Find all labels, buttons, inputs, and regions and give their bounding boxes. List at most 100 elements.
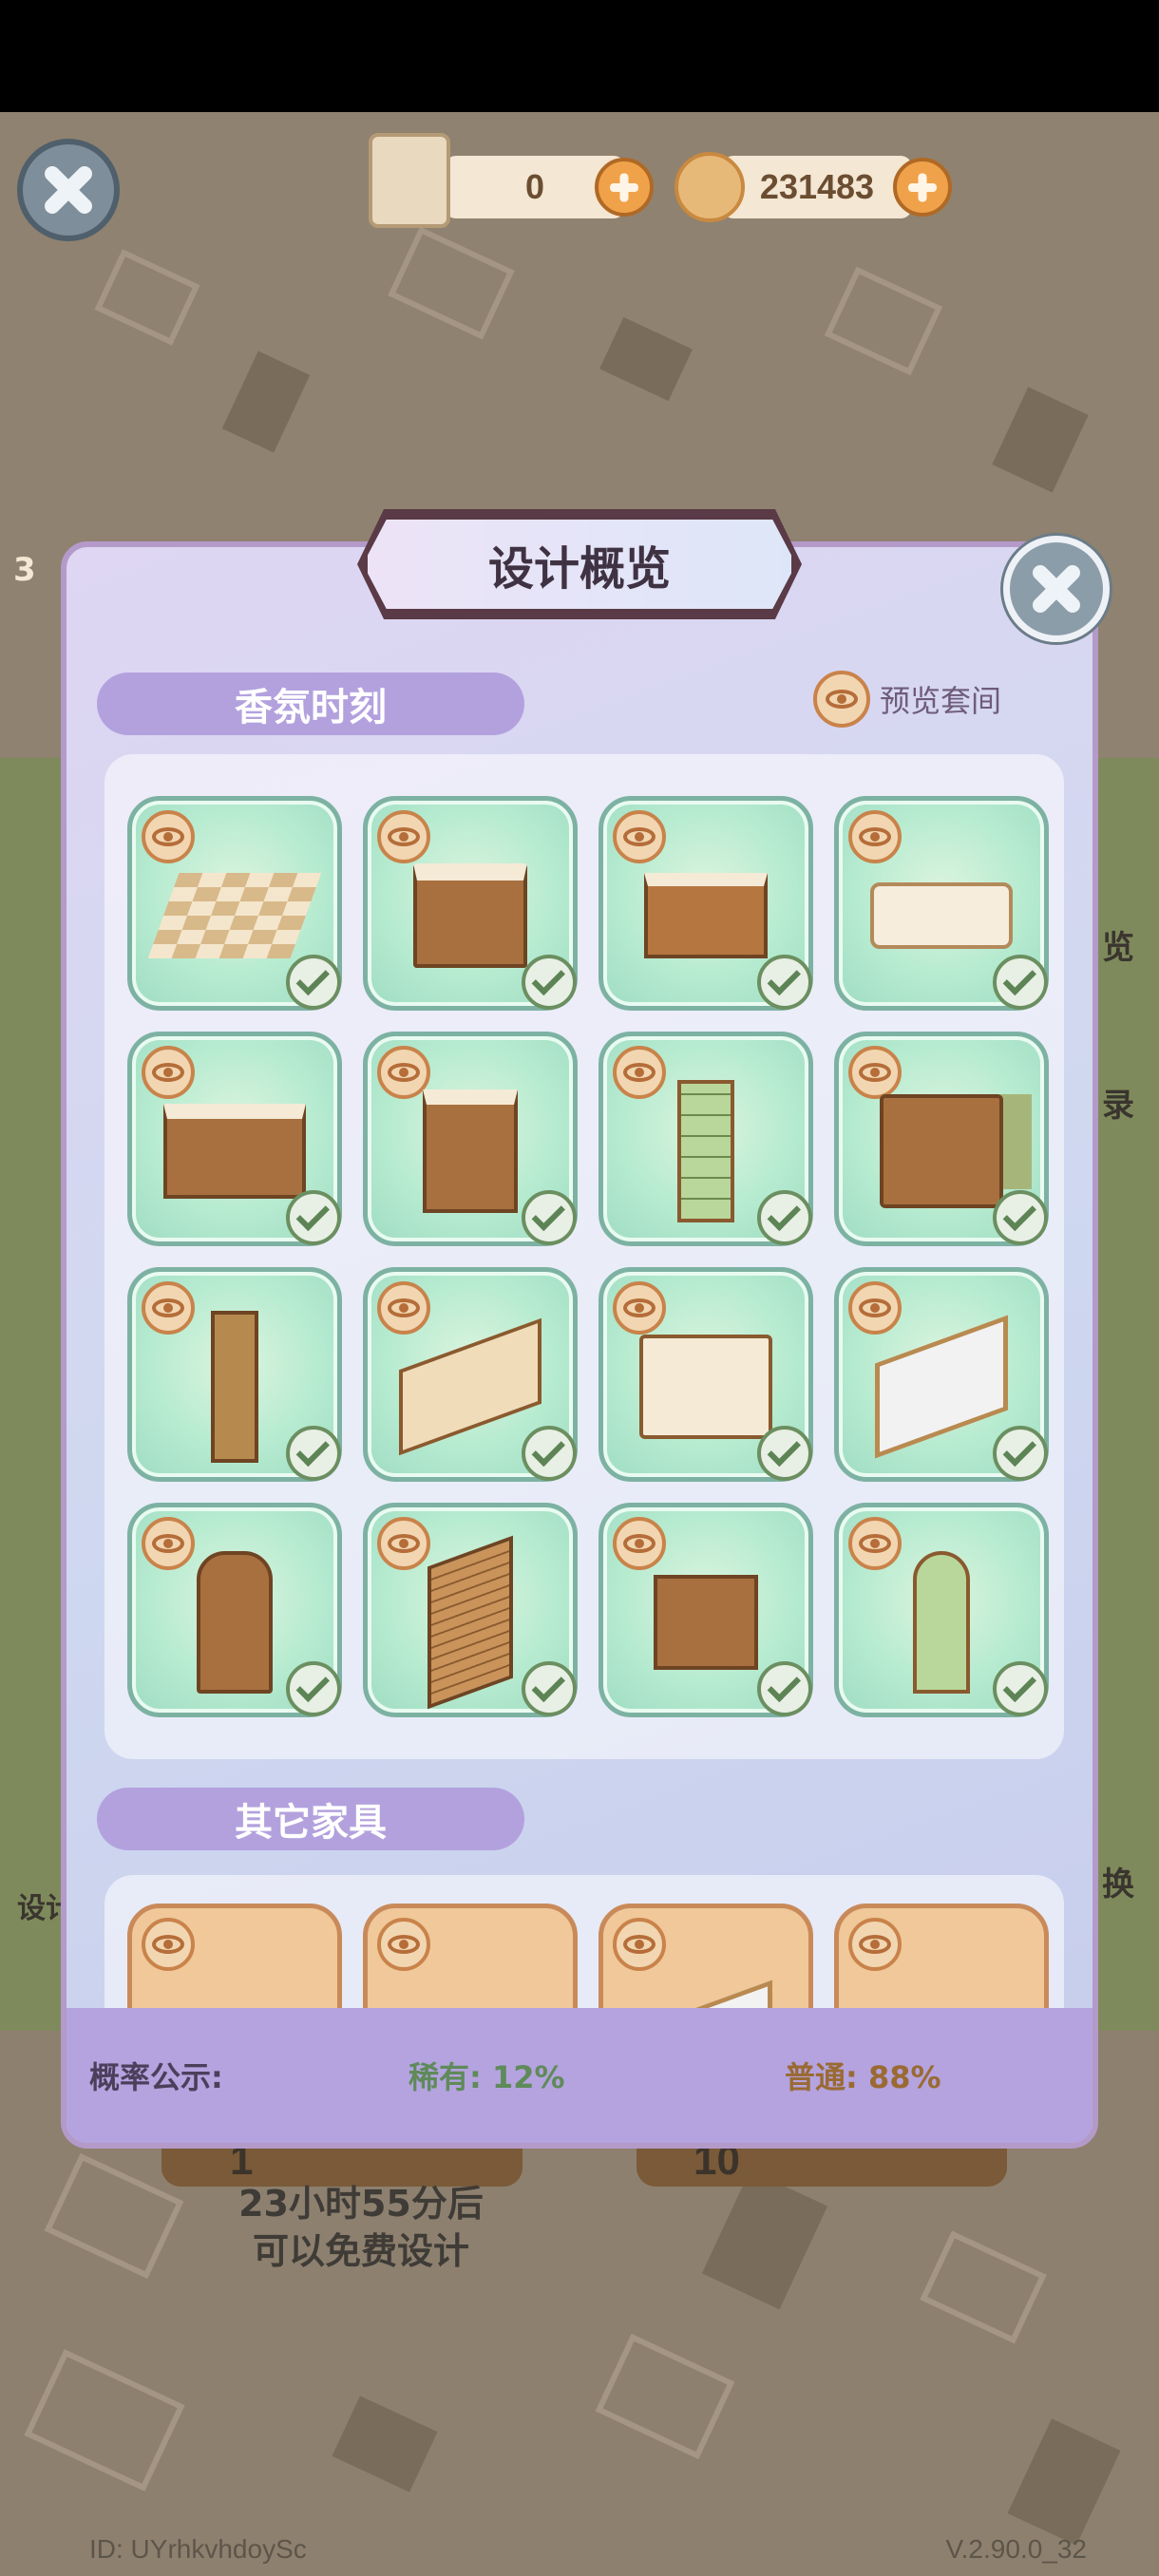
- furniture-item[interactable]: [127, 1032, 342, 1246]
- furniture-item[interactable]: [598, 1267, 813, 1482]
- furniture-item[interactable]: [363, 1503, 578, 1717]
- eye-icon[interactable]: [377, 1517, 430, 1570]
- dialog-title: 设计概览: [363, 515, 796, 614]
- eye-icon[interactable]: [613, 1046, 666, 1099]
- furniture-item[interactable]: [127, 796, 342, 1011]
- user-id: ID: UYrhkvhdoySc: [89, 2534, 307, 2564]
- tall-cabinet-icon: [211, 1310, 258, 1463]
- owned-check-icon: [286, 1661, 341, 1716]
- owned-check-icon: [522, 955, 577, 1010]
- free-design-timer: 23小时55分后: [238, 2183, 484, 2225]
- probability-bar: 概率公示: 稀有: 12% 普通: 88%: [66, 2008, 1092, 2143]
- owned-check-icon: [993, 1190, 1048, 1245]
- eye-icon: [813, 671, 870, 728]
- eye-icon[interactable]: [613, 1517, 666, 1570]
- eye-icon[interactable]: [142, 1517, 195, 1570]
- side-label-preview[interactable]: 览: [1102, 921, 1134, 968]
- decor-shard: [595, 2333, 735, 2460]
- washing-machine-icon: [639, 1334, 772, 1439]
- owned-check-icon: [993, 1661, 1048, 1716]
- free-design-note: 可以免费设计: [252, 2230, 469, 2272]
- left-scene-strip: [0, 758, 66, 2031]
- furniture-item[interactable]: [598, 1032, 813, 1246]
- eye-icon[interactable]: [613, 810, 666, 863]
- rare-probability: 稀有: 12%: [408, 2059, 565, 2095]
- owned-check-icon: [522, 1190, 577, 1245]
- status-bar: [0, 0, 1159, 112]
- coin-counter: 231483: [722, 156, 912, 218]
- owned-check-icon: [286, 955, 341, 1010]
- decor-shard: [1007, 2418, 1121, 2546]
- scroll-count: 0: [524, 167, 545, 206]
- eye-icon[interactable]: [848, 1517, 902, 1570]
- exit-button[interactable]: [17, 139, 120, 241]
- window-panel-icon: [677, 1079, 734, 1222]
- eye-icon[interactable]: [613, 1281, 666, 1335]
- ten-design-button[interactable]: [636, 2149, 1007, 2187]
- bathroom-sink-icon: [644, 872, 768, 958]
- furniture-item[interactable]: [363, 1032, 578, 1246]
- decor-shard: [24, 2349, 185, 2491]
- bathtub-icon: [870, 881, 1013, 949]
- eye-icon[interactable]: [142, 1281, 195, 1335]
- normal-probability: 普通: 88%: [785, 2059, 941, 2095]
- decor-shard: [332, 2396, 438, 2492]
- furniture-item[interactable]: [834, 1032, 1049, 1246]
- furniture-item[interactable]: [834, 1267, 1049, 1482]
- eye-icon[interactable]: [142, 810, 195, 863]
- add-scroll-button[interactable]: [595, 158, 654, 217]
- sideboard-icon: [163, 1103, 306, 1199]
- storage-shelf-icon: [654, 1574, 758, 1670]
- eye-icon[interactable]: [142, 1046, 195, 1099]
- version-label: V.2.90.0_32: [945, 2534, 1087, 2564]
- owned-check-icon: [993, 955, 1048, 1010]
- add-coin-button[interactable]: [893, 158, 952, 217]
- scroll-icon: [369, 133, 450, 228]
- furniture-item[interactable]: [363, 796, 578, 1011]
- owned-check-icon: [757, 1426, 812, 1481]
- owned-check-icon: [993, 1426, 1048, 1481]
- preview-room-button[interactable]: 预览套间: [813, 671, 1001, 728]
- side-label-record[interactable]: 录: [1102, 1079, 1134, 1126]
- eye-icon[interactable]: [377, 1918, 430, 1971]
- close-icon: [42, 163, 95, 217]
- section-title-aroma: 香氛时刻: [97, 672, 524, 735]
- furniture-item[interactable]: [834, 1503, 1049, 1717]
- owned-check-icon: [286, 1190, 341, 1245]
- owned-check-icon: [522, 1661, 577, 1716]
- left-badge: 3: [13, 551, 36, 589]
- owned-check-icon: [286, 1426, 341, 1481]
- eye-icon[interactable]: [377, 1281, 430, 1335]
- decor-shard: [701, 2169, 828, 2310]
- arched-window-icon: [913, 1550, 970, 1694]
- design-overview-dialog: 香氛时刻 预览套间 其它家具 概率公示: 稀有: 12% 普通: 88%: [61, 541, 1098, 2149]
- furniture-item[interactable]: [363, 1267, 578, 1482]
- eye-icon[interactable]: [848, 1281, 902, 1335]
- eye-icon[interactable]: [848, 1918, 902, 1971]
- cabinet-icon: [413, 862, 527, 968]
- mirror-icon: [875, 1315, 1008, 1459]
- eye-icon[interactable]: [848, 1046, 902, 1099]
- eye-icon[interactable]: [142, 1918, 195, 1971]
- furniture-item[interactable]: [127, 1267, 342, 1482]
- furniture-item[interactable]: [834, 796, 1049, 1011]
- owned-check-icon: [757, 1190, 812, 1245]
- preview-room-label: 预览套间: [880, 683, 1002, 719]
- furniture-item[interactable]: [598, 1503, 813, 1717]
- section-title-other: 其它家具: [97, 1788, 524, 1850]
- wall-panel-icon: [399, 1317, 542, 1456]
- eye-icon[interactable]: [848, 810, 902, 863]
- owned-check-icon: [757, 955, 812, 1010]
- owned-check-icon: [757, 1661, 812, 1716]
- furniture-item[interactable]: [127, 1503, 342, 1717]
- eye-icon[interactable]: [377, 810, 430, 863]
- coin-icon: [674, 152, 745, 222]
- dialog-close-button[interactable]: [1003, 536, 1110, 642]
- side-label-exchange[interactable]: 换: [1102, 1858, 1134, 1904]
- coin-count: 231483: [759, 167, 875, 206]
- eye-icon[interactable]: [613, 1918, 666, 1971]
- furniture-item[interactable]: [598, 796, 813, 1011]
- shelf-cabinet-icon: [423, 1089, 518, 1213]
- probability-label: 概率公示:: [89, 2059, 223, 2095]
- blinds-icon: [428, 1535, 513, 1710]
